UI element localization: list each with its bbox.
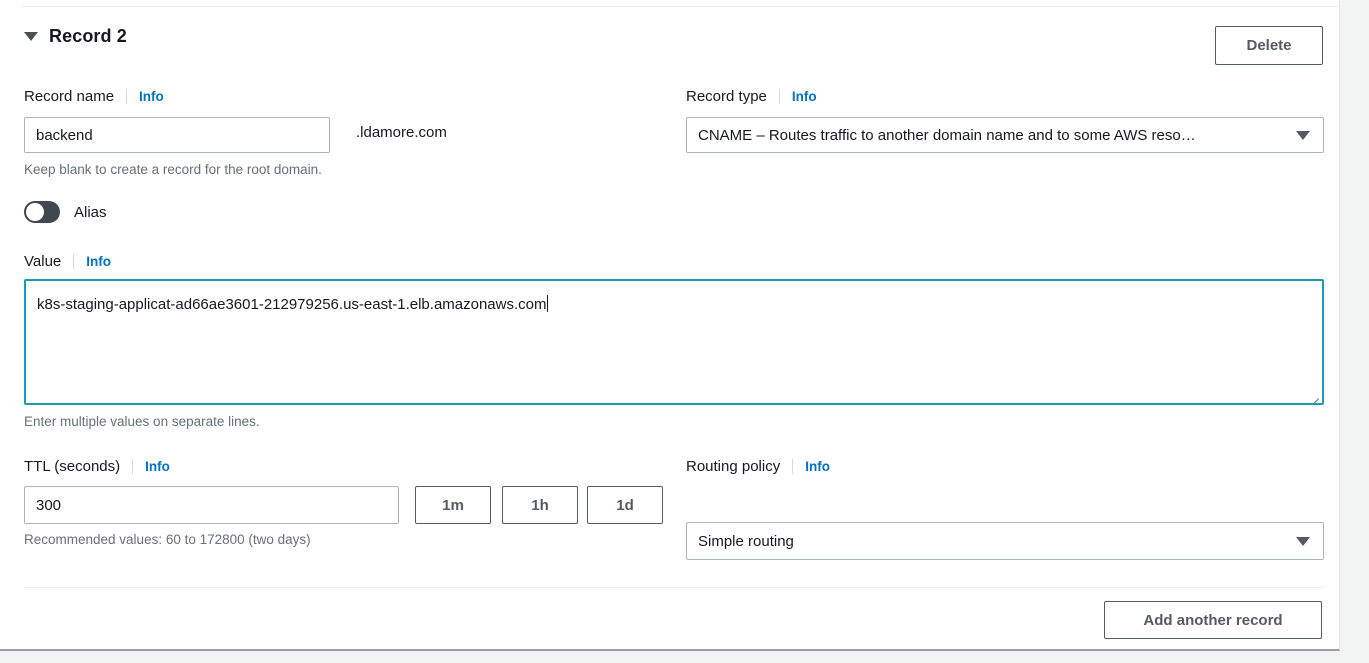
record-name-label-row: Record name Info	[24, 86, 164, 106]
text-cursor	[546, 295, 548, 312]
label-divider	[132, 458, 134, 474]
ttl-helper-text: Recommended values: 60 to 172800 (two da…	[24, 532, 311, 547]
ttl-preset-1m-button[interactable]: 1m	[415, 486, 491, 524]
routing-policy-selected-value: Simple routing	[698, 532, 794, 550]
record-type-label-row: Record type Info	[686, 86, 817, 106]
record-name-info-link[interactable]: Info	[139, 89, 164, 104]
value-label: Value	[24, 252, 62, 270]
ttl-label-row: TTL (seconds) Info	[24, 456, 170, 476]
routing-policy-select[interactable]: Simple routing	[686, 522, 1324, 560]
label-divider	[126, 88, 128, 104]
record-name-input[interactable]	[24, 117, 330, 153]
alias-toggle[interactable]: Alias	[24, 201, 107, 223]
ttl-label: TTL (seconds)	[24, 457, 121, 475]
label-divider	[73, 253, 75, 269]
routing-policy-info-link[interactable]: Info	[805, 459, 830, 474]
record-form-screen: Record 2 Delete Record name Info .ldamor…	[0, 0, 1369, 663]
ttl-preset-1h-button[interactable]: 1h	[502, 486, 578, 524]
footer-divider	[24, 587, 1324, 589]
resize-grip-icon[interactable]	[1307, 388, 1319, 403]
value-helper-text: Enter multiple values on separate lines.	[24, 414, 260, 429]
label-divider	[778, 88, 780, 104]
record-panel: Record 2 Delete Record name Info .ldamor…	[0, 0, 1340, 651]
record-name-domain-suffix: .ldamore.com	[356, 124, 447, 141]
record-type-selected-value: CNAME – Routes traffic to another domain…	[698, 126, 1196, 144]
add-another-record-button[interactable]: Add another record	[1104, 601, 1322, 639]
delete-button[interactable]: Delete	[1215, 26, 1323, 65]
record-name-helper-text: Keep blank to create a record for the ro…	[24, 162, 322, 177]
routing-policy-label-row: Routing policy Info	[686, 456, 830, 476]
record-name-label: Record name	[24, 87, 115, 105]
alias-toggle-label: Alias	[74, 203, 107, 221]
record-collapse-toggle[interactable]: Record 2	[24, 26, 127, 47]
record-type-info-link[interactable]: Info	[792, 89, 817, 104]
record-type-label: Record type	[686, 87, 767, 105]
value-textarea-text: k8s-staging-applicat-ad66ae3601-21297925…	[37, 296, 547, 313]
value-label-row: Value Info	[24, 251, 111, 271]
triangle-down-icon	[24, 32, 38, 41]
ttl-input[interactable]	[24, 486, 399, 524]
alias-toggle-track	[24, 201, 60, 223]
panel-top-divider	[22, 6, 1340, 7]
record-title: Record 2	[49, 26, 127, 46]
value-textarea[interactable]: k8s-staging-applicat-ad66ae3601-21297925…	[24, 279, 1324, 405]
chevron-down-icon	[1296, 131, 1310, 140]
ttl-preset-1d-button[interactable]: 1d	[587, 486, 663, 524]
alias-toggle-knob	[26, 203, 44, 221]
value-info-link[interactable]: Info	[86, 254, 111, 269]
record-type-select[interactable]: CNAME – Routes traffic to another domain…	[686, 117, 1324, 153]
ttl-info-link[interactable]: Info	[145, 459, 170, 474]
routing-policy-label: Routing policy	[686, 457, 781, 475]
record-header: Record 2 Delete	[0, 22, 1340, 68]
label-divider	[792, 458, 794, 474]
value-textarea-content: k8s-staging-applicat-ad66ae3601-21297925…	[26, 281, 1322, 313]
chevron-down-icon	[1296, 537, 1310, 546]
